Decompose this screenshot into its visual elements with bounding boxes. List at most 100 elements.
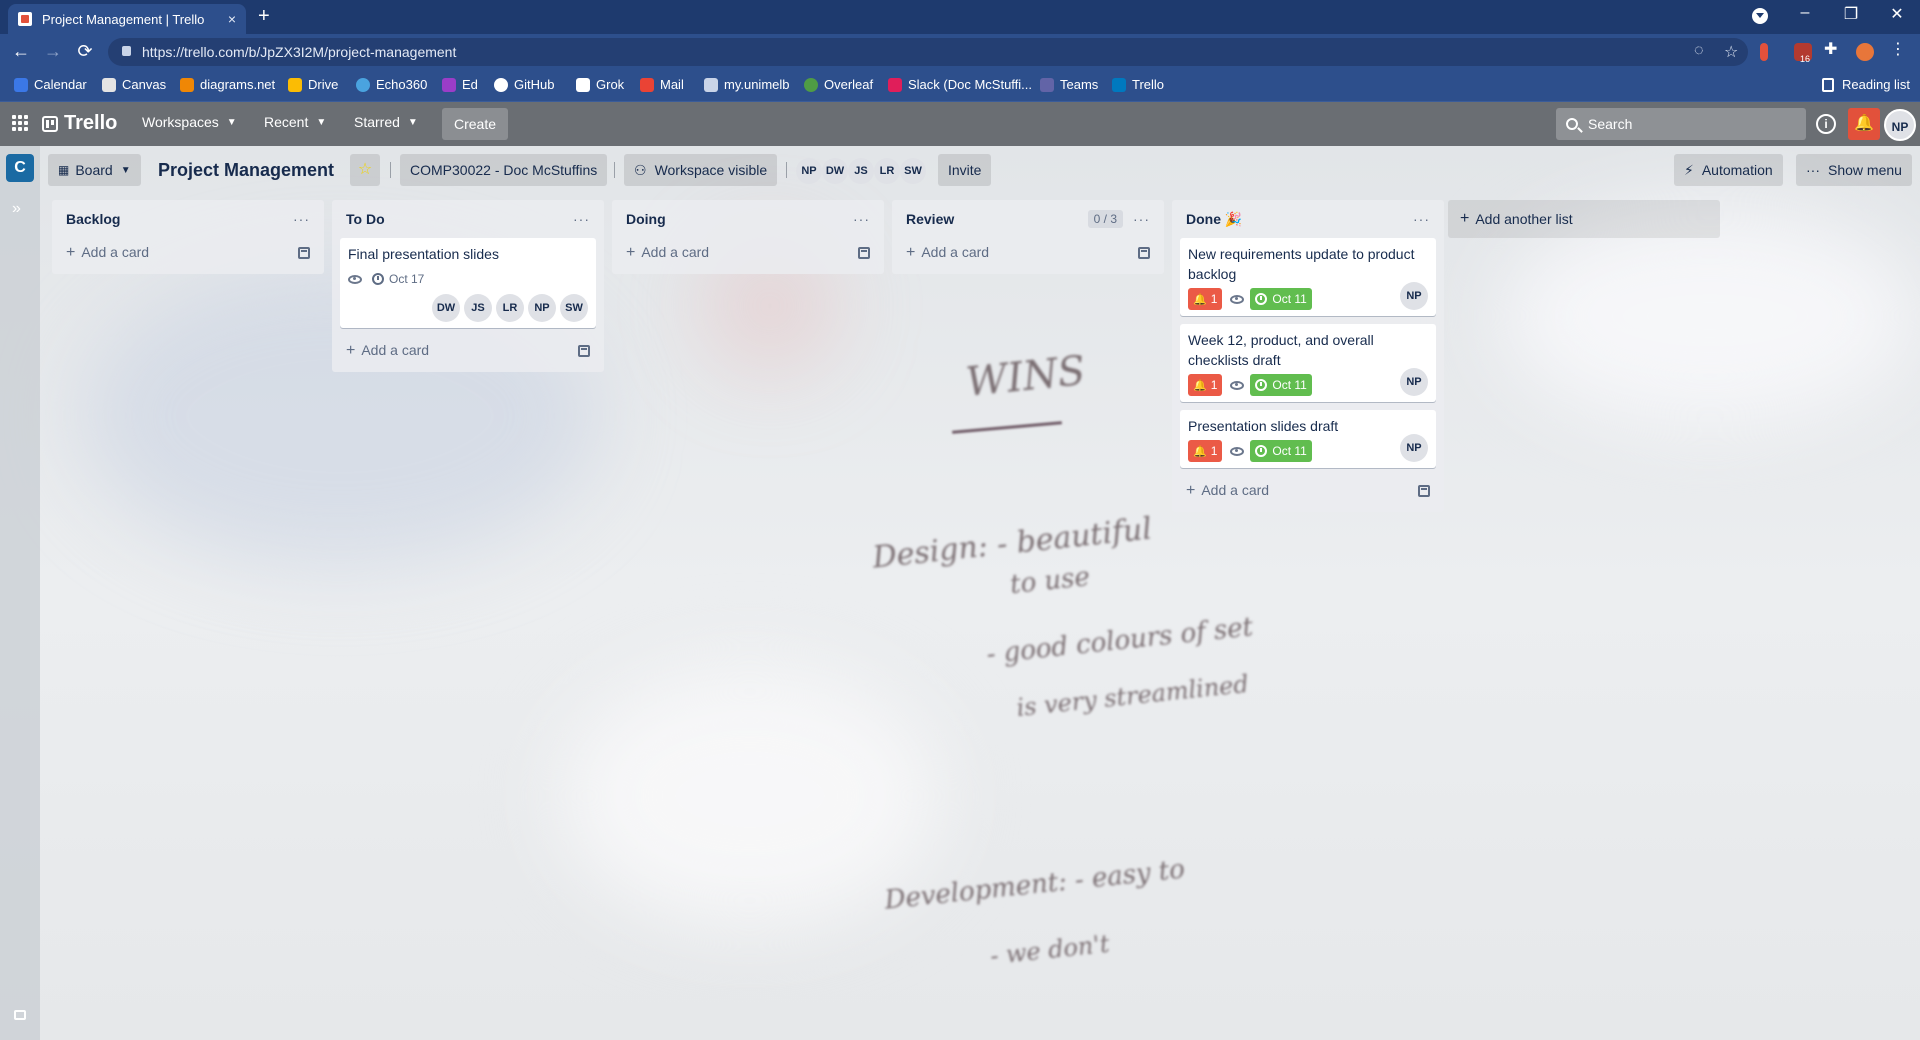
bookmark-echo360[interactable]: Echo360 [356, 77, 427, 92]
sidebar-footer-icon[interactable] [14, 1010, 26, 1020]
card-template-icon[interactable] [1418, 485, 1430, 497]
list-header[interactable]: Doing ··· [620, 200, 876, 238]
member-avatar[interactable]: LR [874, 158, 900, 184]
back-icon[interactable]: ← [10, 41, 32, 62]
address-bar[interactable]: https://trello.com/b/JpZX3I2M/project-ma… [108, 38, 1748, 66]
user-avatar[interactable]: NP [1884, 109, 1916, 141]
list-title[interactable]: To Do [346, 211, 385, 227]
recent-menu[interactable]: Recent ▼ [264, 114, 326, 130]
list-header[interactable]: Done 🎉 ··· [1180, 200, 1436, 238]
list-title[interactable]: Doing [626, 211, 666, 227]
list-title[interactable]: Done 🎉 [1186, 211, 1242, 228]
bookmark-myunimelb[interactable]: my.unimelb [704, 77, 790, 92]
card-template-icon[interactable] [298, 247, 310, 259]
eye-off-icon[interactable]: ◌ [1694, 42, 1704, 60]
bookmark-mail[interactable]: Mail [640, 77, 684, 92]
bookmark-github[interactable]: GitHub [494, 77, 554, 92]
browser-tab[interactable]: Project Management | Trello × [8, 4, 246, 34]
bookmark-star-icon[interactable]: ☆ [1724, 42, 1738, 62]
due-date-complete-badge[interactable]: Oct 11 [1250, 374, 1312, 396]
due-date-complete-badge[interactable]: Oct 11 [1250, 288, 1312, 310]
starred-menu[interactable]: Starred ▼ [354, 114, 418, 130]
tab-close-icon[interactable]: × [228, 11, 236, 27]
list-header[interactable]: To Do ··· [340, 200, 596, 238]
list-menu-icon[interactable]: ··· [853, 211, 870, 227]
bookmark-drive[interactable]: Drive [288, 77, 338, 92]
info-icon[interactable]: i [1816, 114, 1836, 134]
card[interactable]: Presentation slides draft 🔔 1 Oct 11 NP [1180, 410, 1436, 468]
member-avatar[interactable]: SW [900, 158, 926, 184]
card-member-avatar[interactable]: JS [464, 294, 492, 322]
bookmark-overleaf[interactable]: Overleaf [804, 77, 873, 92]
workspace-button[interactable]: COMP30022 - Doc McStuffins [400, 154, 608, 186]
forward-icon[interactable]: → [42, 41, 64, 62]
card-template-icon[interactable] [1138, 247, 1150, 259]
bookmark-trello[interactable]: Trello [1112, 77, 1164, 92]
board-view-switcher[interactable]: ▦ Board ▼ [48, 154, 141, 186]
add-card-button[interactable]: + Add a card [60, 238, 316, 268]
card-member-avatar[interactable]: LR [496, 294, 524, 322]
member-avatar[interactable]: JS [848, 158, 874, 184]
workspaces-menu[interactable]: Workspaces ▼ [142, 114, 237, 130]
list-menu-icon[interactable]: ··· [1413, 211, 1430, 227]
puzzle-icon[interactable]: ✚ [1824, 39, 1842, 58]
card[interactable]: New requirements update to product backl… [1180, 238, 1436, 316]
card-member-avatar[interactable]: NP [1400, 282, 1428, 310]
list-header[interactable]: Review 0 / 3 ··· [900, 200, 1156, 238]
list-menu-icon[interactable]: ··· [573, 211, 590, 227]
bookmark-grok[interactable]: Grok [576, 77, 624, 92]
bookmark-diagrams[interactable]: diagrams.net [180, 77, 275, 92]
expand-sidebar-icon[interactable]: » [12, 200, 21, 218]
search-input[interactable]: Search [1556, 108, 1806, 140]
list-menu-icon[interactable]: ··· [1133, 211, 1150, 227]
browser-menu-icon[interactable]: ⋮ [1890, 39, 1908, 58]
url-text[interactable]: https://trello.com/b/JpZX3I2M/project-ma… [142, 44, 456, 60]
bookmark-teams[interactable]: Teams [1040, 77, 1098, 92]
card-template-icon[interactable] [578, 345, 590, 357]
list-title[interactable]: Backlog [66, 211, 120, 227]
bookmark-ed[interactable]: Ed [442, 77, 478, 92]
card-member-avatar[interactable]: DW [432, 294, 460, 322]
restore-button[interactable]: ❐ [1836, 4, 1866, 24]
show-menu-button[interactable]: ··· Show menu [1796, 154, 1912, 186]
add-card-button[interactable]: + Add a card [340, 336, 596, 366]
new-tab-button[interactable]: + [258, 5, 270, 28]
app-switcher-icon[interactable] [12, 115, 28, 131]
tab-search-icon[interactable] [1752, 8, 1768, 24]
due-date-complete-badge[interactable]: Oct 11 [1250, 440, 1312, 462]
add-card-button[interactable]: + Add a card [900, 238, 1156, 268]
minimize-button[interactable]: – [1790, 4, 1820, 22]
profile-avatar-icon[interactable] [1856, 43, 1874, 61]
bookmark-slack[interactable]: Slack (Doc McStuffi... [888, 77, 1032, 92]
add-list-button[interactable]: + Add another list [1448, 200, 1720, 238]
bookmark-calendar[interactable]: Calendar [14, 77, 87, 92]
card-template-icon[interactable] [858, 247, 870, 259]
trello-logo[interactable]: Trello [42, 112, 117, 135]
create-button[interactable]: Create [442, 108, 508, 140]
bookmark-canvas[interactable]: Canvas [102, 77, 166, 92]
star-board-icon[interactable]: ☆ [350, 154, 380, 186]
close-window-button[interactable]: ✕ [1882, 4, 1912, 24]
card[interactable]: Final presentation slides Oct 17 DW JS L… [340, 238, 596, 328]
member-avatar[interactable]: NP [796, 158, 822, 184]
add-card-button[interactable]: + Add a card [620, 238, 876, 268]
extension-icon[interactable] [1760, 43, 1768, 61]
list-header[interactable]: Backlog ··· [60, 200, 316, 238]
automation-button[interactable]: ⚡ Automation [1674, 154, 1783, 186]
card-member-avatar[interactable]: NP [1400, 434, 1428, 462]
lock-icon[interactable] [122, 46, 131, 56]
invite-button[interactable]: Invite [938, 154, 992, 186]
card[interactable]: Week 12, product, and overall checklists… [1180, 324, 1436, 402]
member-avatar[interactable]: DW [822, 158, 848, 184]
card-member-avatar[interactable]: NP [528, 294, 556, 322]
reading-list-button[interactable]: Reading list [1822, 77, 1910, 92]
list-menu-icon[interactable]: ··· [293, 211, 310, 227]
card-member-avatar[interactable]: SW [560, 294, 588, 322]
add-card-button[interactable]: + Add a card [1180, 476, 1436, 506]
workspace-badge[interactable]: C [6, 154, 34, 182]
visibility-button[interactable]: ⚇ Workspace visible [624, 154, 778, 186]
notifications-bell-icon[interactable]: 🔔 [1848, 108, 1880, 140]
reload-icon[interactable]: ⟳ [74, 41, 96, 62]
list-title[interactable]: Review [906, 211, 954, 227]
board-title[interactable]: Project Management [158, 160, 334, 181]
